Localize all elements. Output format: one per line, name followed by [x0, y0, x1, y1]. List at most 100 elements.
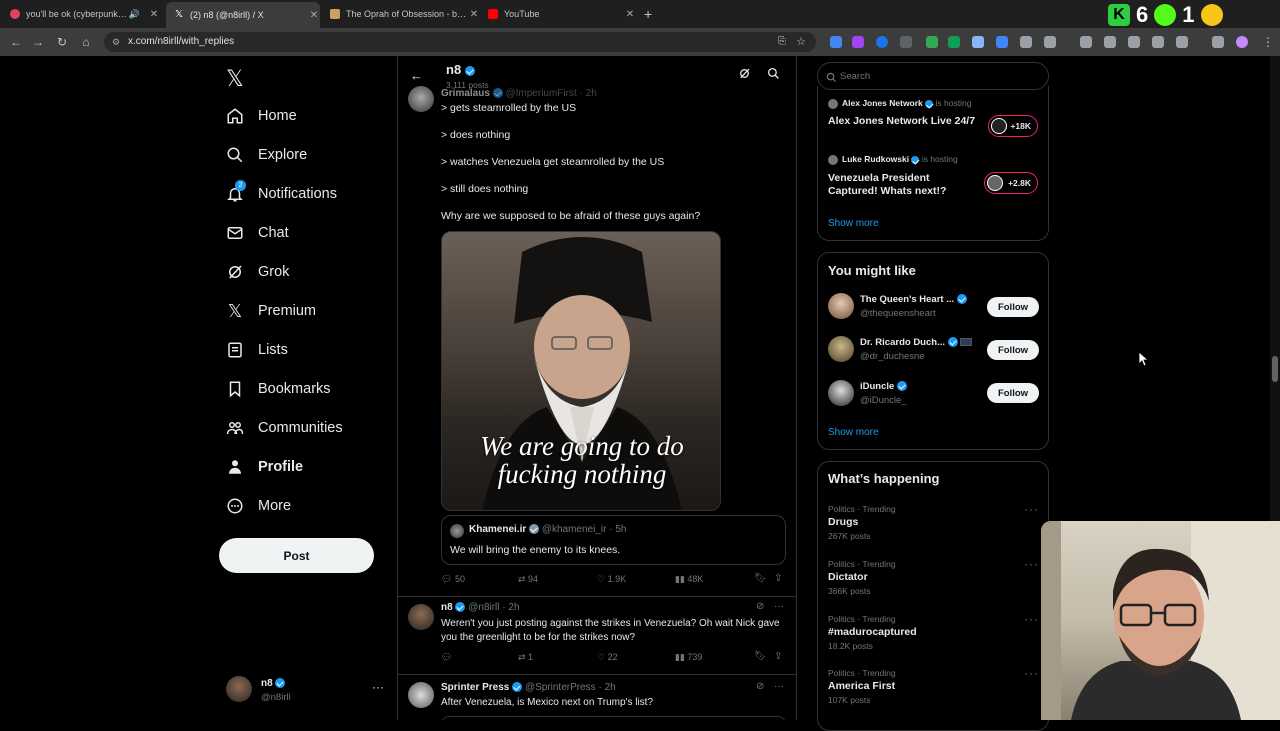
follow-button[interactable]: Follow	[987, 383, 1039, 403]
verified-badge-icon	[947, 337, 958, 348]
space-host-name: Alex Jones Network	[842, 98, 923, 108]
close-tab-icon[interactable]: ✕	[308, 10, 320, 21]
nav-chat[interactable]: Chat	[226, 221, 289, 245]
site-info-icon[interactable]: ⚙	[112, 32, 120, 52]
nav-premium[interactable]: 𝕏 Premium	[226, 299, 316, 323]
like-button[interactable]: ♡ 22	[597, 652, 618, 663]
scrollbar-thumb[interactable]	[1272, 356, 1278, 382]
verified-badge-icon	[911, 155, 920, 164]
grok-tweet-icon[interactable]: ⊘	[756, 681, 764, 692]
tweet-header: Grimalaus @ImperiumFirst · 2h	[441, 88, 597, 99]
nav-label: Home	[258, 108, 297, 124]
bookmark-icon[interactable]: 🔖︎	[754, 651, 767, 662]
account-switcher[interactable]: n8 @n8irll ···	[226, 676, 386, 706]
nav-bookmarks[interactable]: Bookmarks	[226, 377, 331, 401]
media-icon[interactable]	[1212, 36, 1224, 48]
tweet-more-icon[interactable]: ···	[774, 601, 784, 612]
extension-icon[interactable]	[1020, 36, 1032, 48]
history-icon[interactable]	[1080, 36, 1092, 48]
extension-icon[interactable]	[900, 36, 912, 48]
bookmark-star-icon[interactable]: ☆	[796, 32, 806, 52]
follow-button[interactable]: Follow	[987, 297, 1039, 317]
tweet-image[interactable]: We are going to do fucking nothing	[441, 231, 721, 511]
tweet-text: > gets steamrolled by the US	[441, 102, 577, 114]
new-tab-button[interactable]: +	[644, 4, 660, 24]
tweet-more-icon[interactable]: ···	[774, 681, 784, 692]
search-input[interactable]	[840, 68, 1040, 84]
tab-title: YouTube	[504, 9, 540, 19]
install-app-icon[interactable]: ⎘	[778, 32, 786, 52]
browser-tab[interactable]: you'll be ok (cyberpunk reb 🔊 ✕	[10, 4, 160, 24]
share-icon[interactable]: ⇪	[774, 573, 782, 584]
browser-tab[interactable]: YouTube ✕	[488, 4, 636, 24]
browser-menu-icon[interactable]: ⋮	[1260, 34, 1276, 50]
browser-tab[interactable]: The Oprah of Obsession - by R ✕	[330, 4, 480, 24]
trend-post-count: 18.2K posts	[828, 641, 873, 651]
grok-header-icon[interactable]	[738, 67, 751, 83]
search-icon[interactable]	[767, 67, 780, 85]
profile-avatar-icon[interactable]	[1236, 36, 1248, 48]
follow-button[interactable]: Follow	[987, 340, 1039, 360]
divider	[398, 674, 796, 675]
trend-more-icon[interactable]: ···	[1024, 612, 1039, 626]
post-button[interactable]: Post	[219, 538, 374, 573]
nav-notifications[interactable]: 2 Notifications	[226, 180, 337, 206]
back-icon[interactable]: ←	[8, 34, 24, 50]
home-browser-icon[interactable]: ⌂	[78, 34, 94, 50]
tweet-text: Weren't you just posting against the str…	[441, 618, 780, 629]
nav-explore[interactable]: Explore	[226, 143, 307, 167]
quote-text: We will bring the enemy to its knees.	[450, 544, 621, 556]
extension-icon[interactable]	[972, 36, 984, 48]
views-button[interactable]: ▮▮ 739	[675, 652, 702, 663]
close-tab-icon[interactable]: ✕	[624, 9, 636, 20]
trend-more-icon[interactable]: ···	[1024, 666, 1039, 680]
reading-list-icon[interactable]	[1152, 36, 1164, 48]
like-button[interactable]: ♡ 1.9K	[597, 574, 626, 585]
tweet-author: Sprinter Press	[441, 682, 510, 693]
tweet-media[interactable]	[441, 716, 786, 720]
nav-grok[interactable]: Grok	[226, 260, 289, 284]
quote-tweet[interactable]: Khamenei.ir @khamenei_ir · 5h We will br…	[441, 515, 786, 565]
back-arrow-icon[interactable]: ←	[410, 68, 423, 83]
nav-profile[interactable]: Profile	[226, 455, 303, 479]
side-panel-icon[interactable]	[1176, 36, 1188, 48]
bookmark-icon[interactable]: 🔖︎	[754, 573, 767, 584]
devtools-icon[interactable]	[1128, 36, 1140, 48]
extension-icon[interactable]	[876, 36, 888, 48]
extensions-puzzle-icon[interactable]	[1044, 36, 1056, 48]
extension-icon[interactable]	[948, 36, 960, 48]
show-more-link[interactable]: Show more	[828, 427, 879, 438]
repost-button[interactable]: ⇄ 94	[518, 574, 538, 585]
nav-lists[interactable]: Lists	[226, 338, 288, 362]
nav-communities[interactable]: Communities	[226, 416, 343, 440]
close-tab-icon[interactable]: ✕	[148, 9, 160, 20]
grok-tweet-icon[interactable]: ⊘	[756, 601, 764, 612]
reply-button[interactable]: 💬︎ 50	[441, 574, 465, 585]
url-bar[interactable]: ⚙ x.com/n8irll/with_replies ⎘ ☆	[104, 32, 816, 52]
quote-author: Khamenei.ir	[469, 524, 527, 535]
space-listeners[interactable]: +18K	[988, 115, 1038, 137]
account-more-icon[interactable]: ···	[372, 680, 384, 694]
repost-button[interactable]: ⇄ 1	[518, 652, 533, 663]
trend-more-icon[interactable]: ···	[1024, 557, 1039, 571]
reload-icon[interactable]: ↻	[54, 34, 70, 50]
nav-more[interactable]: More	[226, 494, 291, 518]
extension-icon[interactable]	[852, 36, 864, 48]
views-button[interactable]: ▮▮ 48K	[675, 574, 703, 585]
speaker-icon[interactable]: 🔊	[129, 9, 140, 20]
extension-icon[interactable]	[1104, 36, 1116, 48]
extension-icon[interactable]	[926, 36, 938, 48]
trend-more-icon[interactable]: ···	[1024, 502, 1039, 516]
nav-home[interactable]: Home	[226, 104, 297, 128]
extension-icon[interactable]	[996, 36, 1008, 48]
space-listeners[interactable]: +2.8K	[984, 172, 1038, 194]
forward-icon[interactable]: →	[30, 34, 46, 50]
show-more-link[interactable]: Show more	[828, 218, 879, 229]
extension-icon[interactable]	[830, 36, 842, 48]
reply-button[interactable]: 💬︎	[441, 652, 452, 663]
share-icon[interactable]: ⇪	[774, 651, 782, 662]
browser-tab-active[interactable]: 𝕏 (2) n8 (@n8irll) / X ✕	[166, 2, 320, 28]
close-tab-icon[interactable]: ✕	[468, 9, 480, 20]
reply-count: 50	[454, 574, 465, 584]
x-logo-icon[interactable]: 𝕏	[226, 66, 244, 92]
